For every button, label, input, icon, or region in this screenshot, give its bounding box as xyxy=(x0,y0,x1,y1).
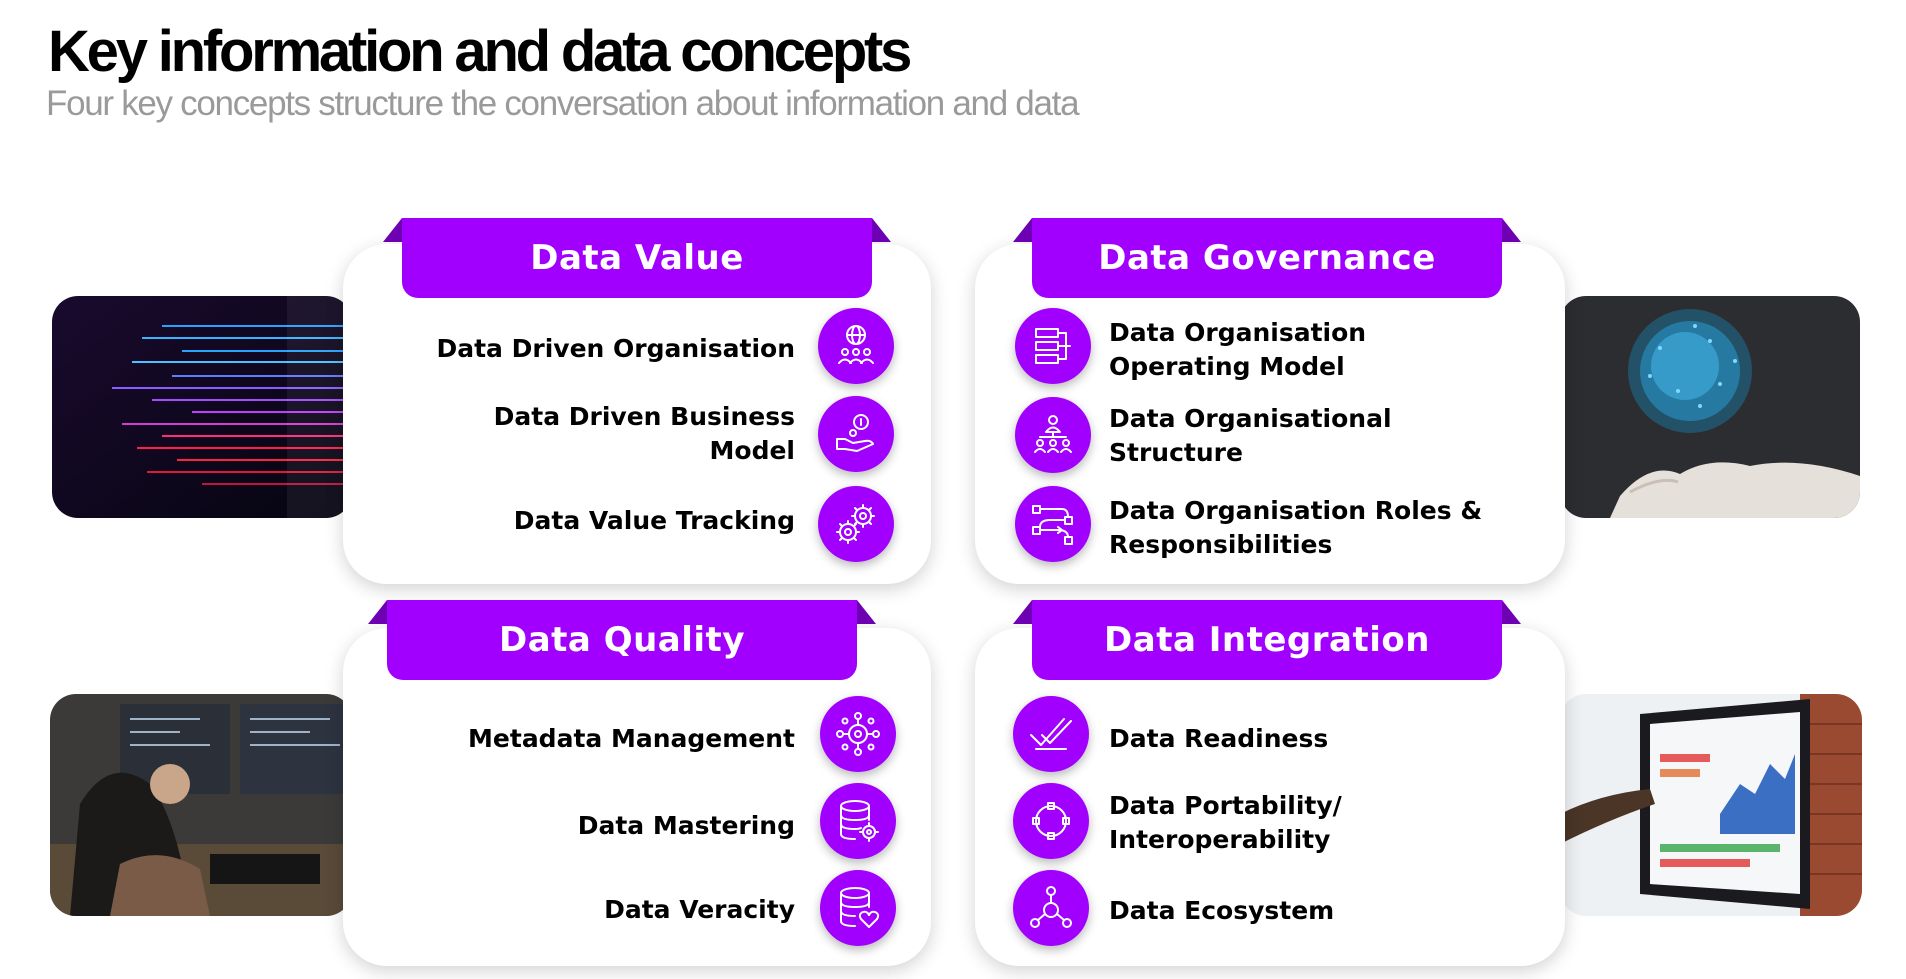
ecosystem-icon xyxy=(1013,870,1089,946)
list-item: Metadata Management xyxy=(468,724,795,753)
data-integration-banner: Data Integration xyxy=(1013,600,1521,680)
database-heart-icon xyxy=(820,870,896,946)
gears-icon xyxy=(818,486,894,562)
list-item: Data Readiness xyxy=(1109,724,1329,753)
data-value-title: Data Value xyxy=(530,238,744,278)
globe-people-icon xyxy=(818,308,894,384)
data-value-banner: Data Value xyxy=(383,218,891,298)
data-governance-banner: Data Governance xyxy=(1013,218,1521,298)
page-title: Key information and data concepts xyxy=(48,19,912,84)
list-item: Data Driven Organisation xyxy=(436,334,795,363)
data-quality-title: Data Quality xyxy=(499,620,745,660)
light-streams-photo xyxy=(52,296,352,518)
org-chart-icon xyxy=(1015,308,1091,384)
list-item: Data Portability/ Interoperability xyxy=(1109,791,1342,854)
database-gear-icon xyxy=(820,783,896,859)
list-item: Data Driven Business Model xyxy=(493,402,795,465)
hierarchy-icon xyxy=(1015,397,1091,473)
list-item: Data Value Tracking xyxy=(513,506,795,535)
list-item: Data Organisational Structure xyxy=(1109,404,1392,467)
data-quality-banner: Data Quality xyxy=(368,600,876,680)
cycle-icon xyxy=(1013,783,1089,859)
hand-coin-icon xyxy=(818,396,894,472)
dashboard-screen-photo xyxy=(1560,694,1862,916)
list-item: Data Organisation Operating Model xyxy=(1109,318,1367,381)
workflow-icon xyxy=(1015,486,1091,562)
data-sphere-hand-photo xyxy=(1560,296,1860,518)
data-governance-title: Data Governance xyxy=(1098,238,1436,278)
list-item: Data Ecosystem xyxy=(1109,896,1335,925)
data-integration-title: Data Integration xyxy=(1104,620,1430,660)
list-item: Data Veracity xyxy=(604,895,795,924)
developer-at-monitors-photo xyxy=(50,694,352,916)
page-subtitle: Four key concepts structure the conversa… xyxy=(46,84,1080,123)
double-check-icon xyxy=(1013,696,1089,772)
network-node-icon xyxy=(820,696,896,772)
list-item: Data Organisation Roles & Responsibiliti… xyxy=(1109,496,1483,559)
list-item: Data Mastering xyxy=(577,811,795,840)
